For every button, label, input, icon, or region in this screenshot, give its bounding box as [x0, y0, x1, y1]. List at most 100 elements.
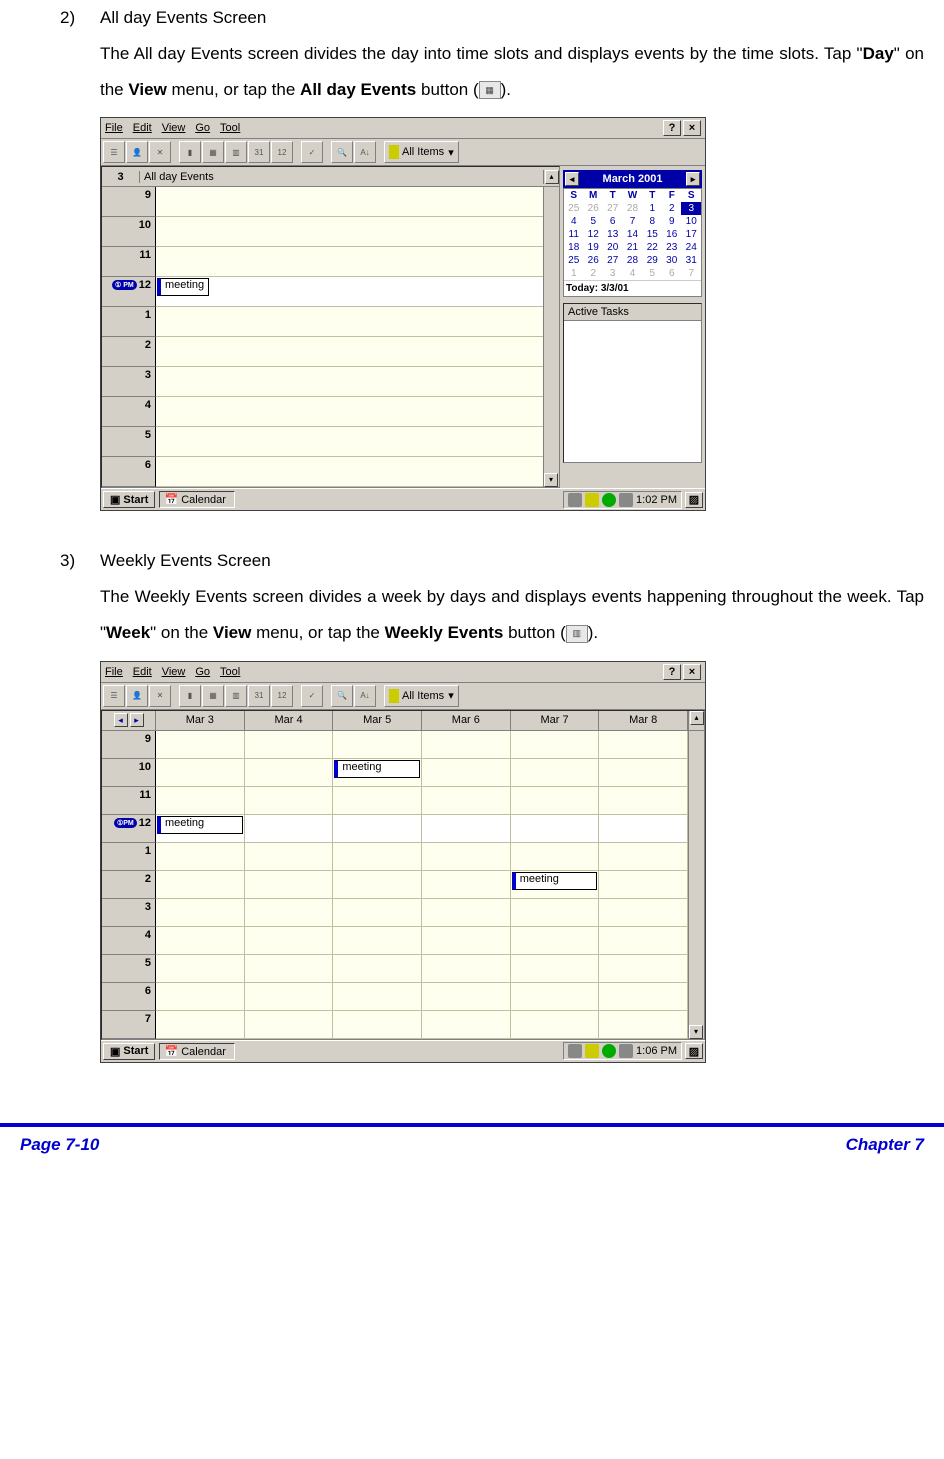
minical-day[interactable]: 28 [622, 202, 642, 215]
time-slot[interactable] [511, 759, 600, 786]
time-slot[interactable] [156, 843, 245, 870]
week-view-icon[interactable]: ▥ [225, 685, 247, 707]
time-slot[interactable] [511, 815, 600, 842]
time-slot[interactable] [511, 899, 600, 926]
minical-day[interactable]: 5 [583, 215, 602, 228]
time-slot[interactable] [511, 843, 600, 870]
time-slot[interactable] [333, 927, 422, 954]
time-slot[interactable] [599, 983, 688, 1010]
time-slot[interactable] [599, 955, 688, 982]
time-slot[interactable] [245, 815, 334, 842]
tray-icon[interactable] [602, 1044, 616, 1058]
tool-icon[interactable]: 🔍 [331, 141, 353, 163]
event[interactable]: meeting [157, 816, 243, 834]
minical-day[interactable]: 3 [603, 267, 622, 280]
event[interactable]: meeting [512, 872, 598, 890]
minical-day[interactable]: 24 [681, 241, 701, 254]
week-day-header[interactable]: Mar 7 [511, 711, 600, 730]
tool-icon[interactable]: 👤 [126, 141, 148, 163]
tool-icon[interactable]: ✕ [149, 685, 171, 707]
time-slot[interactable] [245, 759, 334, 786]
time-slot[interactable] [333, 955, 422, 982]
menu-edit[interactable]: Edit [133, 666, 152, 678]
time-slot[interactable] [422, 1011, 511, 1038]
minical-day[interactable]: 17 [681, 228, 701, 241]
start-button[interactable]: ▣Start [103, 491, 155, 508]
time-slot[interactable] [156, 397, 543, 427]
minical-day[interactable]: 25 [564, 254, 583, 267]
scroll-down-icon[interactable]: ▾ [544, 473, 558, 487]
minical-day[interactable]: 22 [643, 241, 662, 254]
minical-day[interactable]: 16 [662, 228, 681, 241]
time-slot[interactable] [245, 983, 334, 1010]
time-slot[interactable] [245, 955, 334, 982]
time-slot[interactable] [511, 787, 600, 814]
time-slot[interactable] [156, 217, 543, 247]
tool-icon[interactable]: 👤 [126, 685, 148, 707]
menu-edit[interactable]: Edit [133, 122, 152, 134]
time-slot[interactable] [333, 843, 422, 870]
scroll-up-icon[interactable]: ▴ [545, 170, 559, 184]
minical-day[interactable]: 13 [603, 228, 622, 241]
time-slot[interactable] [599, 731, 688, 758]
minical-day[interactable]: 2 [583, 267, 602, 280]
help-button[interactable]: ? [663, 664, 681, 680]
time-slot[interactable] [422, 899, 511, 926]
prev-month-icon[interactable]: ◂ [565, 172, 579, 186]
filter-dropdown[interactable]: All Items ▾ [384, 141, 459, 163]
time-slot[interactable]: meeting [511, 871, 600, 898]
tray-icon[interactable] [619, 1044, 633, 1058]
minical-day[interactable]: 6 [603, 215, 622, 228]
time-slot[interactable] [245, 1011, 334, 1038]
week-day-header[interactable]: Mar 6 [422, 711, 511, 730]
time-slot[interactable] [422, 927, 511, 954]
time-slot[interactable] [422, 955, 511, 982]
time-slot[interactable] [333, 731, 422, 758]
time-slot[interactable] [245, 787, 334, 814]
time-slot[interactable] [156, 759, 245, 786]
time-slot[interactable] [511, 927, 600, 954]
time-slot[interactable] [245, 731, 334, 758]
time-slot[interactable] [156, 1011, 245, 1038]
close-button[interactable]: × [683, 120, 701, 136]
menu-file[interactable]: File [105, 666, 123, 678]
tool-icon[interactable]: ✕ [149, 141, 171, 163]
time-slot[interactable] [599, 1011, 688, 1038]
time-slot[interactable] [422, 843, 511, 870]
time-slot[interactable] [422, 871, 511, 898]
time-slot[interactable] [422, 787, 511, 814]
tool-icon[interactable]: ☰ [103, 685, 125, 707]
menu-tool[interactable]: Tool [220, 666, 240, 678]
time-slot[interactable] [333, 899, 422, 926]
tray-icon[interactable] [568, 1044, 582, 1058]
month-view-icon[interactable]: 31 [248, 141, 270, 163]
next-week-icon[interactable]: ▸ [130, 713, 144, 727]
minical-day[interactable]: 1 [564, 267, 583, 280]
time-slot[interactable] [156, 955, 245, 982]
event[interactable]: meeting [157, 278, 209, 296]
next-month-icon[interactable]: ▸ [686, 172, 700, 186]
time-slot[interactable] [156, 337, 543, 367]
time-slot[interactable] [245, 843, 334, 870]
menu-go[interactable]: Go [195, 666, 210, 678]
start-button[interactable]: ▣Start [103, 1043, 155, 1060]
time-slot[interactable] [422, 759, 511, 786]
time-slot[interactable] [333, 815, 422, 842]
time-slot[interactable] [422, 815, 511, 842]
time-slot[interactable]: meeting [156, 815, 245, 842]
minical-day[interactable]: 19 [583, 241, 602, 254]
time-slot[interactable] [599, 871, 688, 898]
menu-view[interactable]: View [162, 666, 186, 678]
time-slot[interactable] [156, 367, 543, 397]
minical-day[interactable]: 25 [564, 202, 583, 215]
minical-day[interactable]: 21 [622, 241, 642, 254]
week-day-header[interactable]: Mar 8 [599, 711, 688, 730]
time-slot[interactable] [156, 787, 245, 814]
time-slot[interactable] [156, 307, 543, 337]
minical-day[interactable]: 27 [603, 202, 622, 215]
scroll-up-icon[interactable]: ▴ [690, 711, 704, 725]
tray-icon[interactable] [568, 493, 582, 507]
time-slot[interactable] [511, 1011, 600, 1038]
time-slot[interactable] [156, 457, 543, 487]
minical-day[interactable]: 7 [681, 267, 701, 280]
